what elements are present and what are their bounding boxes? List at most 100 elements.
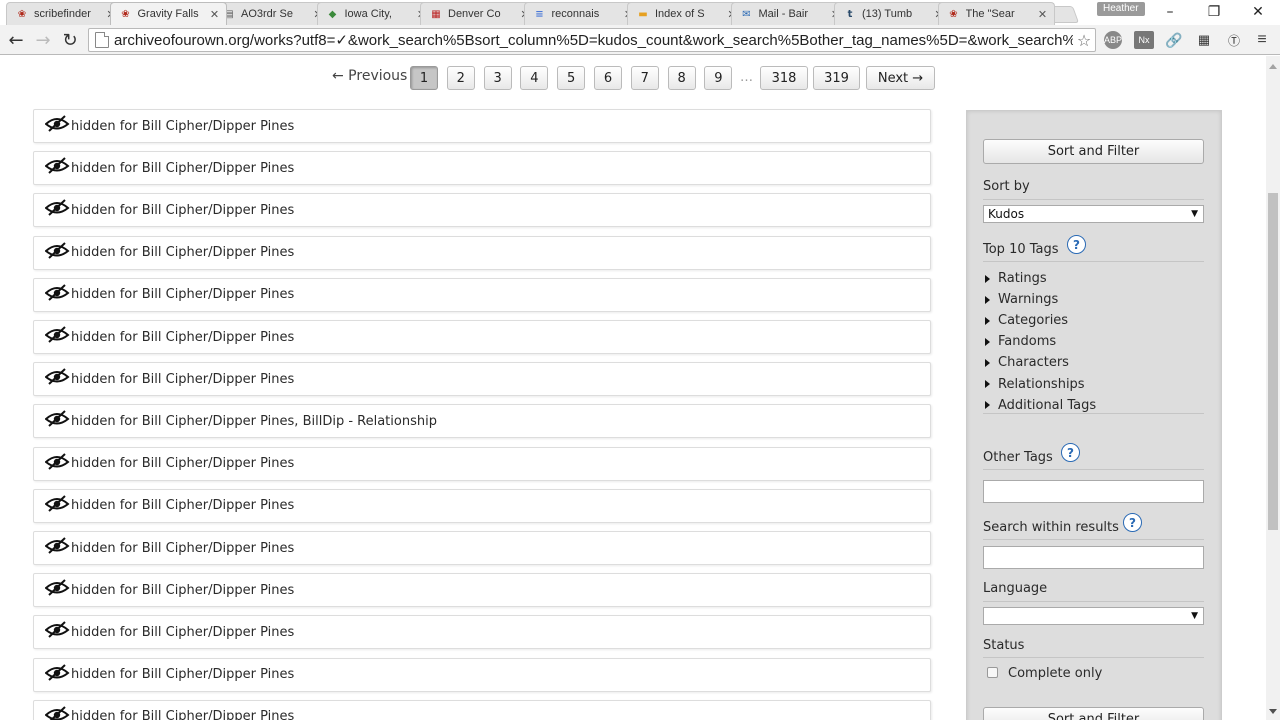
complete-only-checkbox[interactable] bbox=[987, 667, 998, 678]
page-318-button[interactable]: 318 bbox=[760, 66, 808, 90]
close-window-icon[interactable]: ✕ bbox=[1236, 0, 1280, 24]
profile-button[interactable]: Heather bbox=[1097, 2, 1145, 16]
link-extension-icon[interactable]: 🔗 bbox=[1164, 31, 1184, 49]
work-listing[interactable]: hidden for Bill Cipher/Dipper Pines bbox=[33, 573, 931, 608]
dropdown-caret-icon: ▼ bbox=[1191, 209, 1198, 219]
nx-extension-icon[interactable]: Nx bbox=[1134, 31, 1154, 49]
work-listing[interactable]: hidden for Bill Cipher/Dipper Pines bbox=[33, 193, 931, 228]
browser-tab[interactable]: ≡reconnais✕ bbox=[523, 2, 641, 25]
hidden-eye-icon bbox=[44, 705, 71, 720]
back-arrow-icon[interactable]: ← bbox=[5, 29, 27, 51]
browser-tab[interactable]: ✉Mail - Bair✕ bbox=[730, 2, 848, 25]
page-6-button[interactable]: 6 bbox=[594, 66, 622, 90]
tag-group-toggle[interactable]: Warnings bbox=[985, 292, 1058, 307]
page-icon bbox=[95, 32, 109, 48]
adblock-extension-icon[interactable]: ABP bbox=[1104, 31, 1122, 49]
browser-tab[interactable]: ❀scribefinder✕ bbox=[6, 2, 123, 25]
page-9-button[interactable]: 9 bbox=[704, 66, 733, 90]
work-listing[interactable]: hidden for Bill Cipher/Dipper Pines bbox=[33, 277, 931, 312]
work-listing[interactable]: hidden for Bill Cipher/Dipper Pines bbox=[33, 235, 931, 270]
top-tags-help-icon[interactable]: ? bbox=[1067, 235, 1086, 254]
tag-group-toggle[interactable]: Relationships bbox=[985, 377, 1085, 392]
other-tags-input[interactable] bbox=[983, 480, 1204, 503]
expand-triangle-icon bbox=[985, 401, 990, 410]
sort-and-filter-bottom-button[interactable]: Sort and Filter bbox=[983, 707, 1204, 720]
language-label: Language bbox=[983, 581, 1048, 596]
ao3-icon: ❀ bbox=[17, 8, 27, 20]
work-listing[interactable]: hidden for Bill Cipher/Dipper Pines bbox=[33, 320, 931, 354]
work-listing[interactable]: hidden for Bill Cipher/Dipper Pines bbox=[33, 446, 931, 481]
language-select[interactable]: ▼ bbox=[983, 607, 1204, 625]
browser-tab[interactable]: ▬Index of S✕ bbox=[627, 2, 744, 25]
work-listing[interactable]: hidden for Bill Cipher/Dipper Pines bbox=[33, 109, 931, 143]
hidden-eye-icon bbox=[44, 536, 71, 554]
other-tags-help-icon[interactable]: ? bbox=[1061, 443, 1080, 462]
url-text[interactable]: archiveofourown.org/works?utf8=✓&work_se… bbox=[114, 31, 1073, 49]
browser-toolbar: ← → ↻ archiveofourown.org/works?utf8=✓&w… bbox=[0, 25, 1280, 55]
work-listing[interactable]: hidden for Bill Cipher/Dipper Pines, Bil… bbox=[33, 404, 931, 439]
page-8-button[interactable]: 8 bbox=[667, 66, 696, 90]
search-within-input[interactable] bbox=[983, 546, 1204, 569]
work-listing[interactable]: hidden for Bill Cipher/Dipper Pines bbox=[33, 615, 931, 650]
scrollbar-thumb[interactable] bbox=[1268, 193, 1278, 530]
reader-extension-icon[interactable]: ▦ bbox=[1194, 31, 1214, 49]
sort-and-filter-button[interactable]: Sort and Filter bbox=[983, 139, 1204, 164]
work-listing[interactable]: hidden for Bill Cipher/Dipper Pines bbox=[33, 531, 931, 565]
menu-icon[interactable]: ≡ bbox=[1252, 31, 1272, 49]
work-listing[interactable]: hidden for Bill Cipher/Dipper Pines bbox=[33, 699, 931, 720]
ao3-icon: ❀ bbox=[121, 8, 130, 20]
hidden-eye-icon bbox=[44, 367, 71, 385]
tag-group-label: Ratings bbox=[998, 271, 1047, 286]
bookmark-star-icon[interactable]: ☆ bbox=[1073, 31, 1095, 50]
work-hidden-text: hidden for Bill Cipher/Dipper Pines bbox=[71, 329, 295, 345]
page-319-button[interactable]: 319 bbox=[813, 66, 860, 90]
page-2-button[interactable]: 2 bbox=[446, 66, 475, 90]
page-5-button[interactable]: 5 bbox=[557, 66, 586, 90]
forward-arrow-icon[interactable]: → bbox=[32, 29, 54, 51]
page-4-button[interactable]: 4 bbox=[520, 66, 549, 90]
scroll-up-icon[interactable] bbox=[1269, 64, 1277, 69]
tumblr-icon: t bbox=[847, 8, 853, 20]
work-hidden-text: hidden for Bill Cipher/Dipper Pines, Bil… bbox=[71, 413, 437, 429]
hidden-eye-icon bbox=[44, 156, 71, 174]
hidden-eye-icon bbox=[44, 663, 71, 681]
tab-label: Mail - Bair bbox=[758, 8, 809, 20]
page-1-button[interactable]: 1 bbox=[410, 66, 438, 90]
tag-group-toggle[interactable]: Characters bbox=[985, 355, 1069, 370]
hidden-eye-icon bbox=[44, 494, 71, 512]
complete-only-label[interactable]: Complete only bbox=[1008, 666, 1102, 681]
page-content: ← Previous 123456789 … 318 319 Next → hi… bbox=[0, 56, 1266, 720]
tag-group-toggle[interactable]: Categories bbox=[985, 313, 1068, 328]
previous-page-link[interactable]: ← Previous bbox=[332, 68, 407, 84]
minimize-icon[interactable]: – bbox=[1148, 0, 1192, 24]
tag-group-toggle[interactable]: Ratings bbox=[985, 271, 1047, 286]
browser-tab[interactable]: ▦Denver Co✕ bbox=[420, 2, 537, 25]
address-bar[interactable]: archiveofourown.org/works?utf8=✓&work_se… bbox=[88, 28, 1096, 52]
work-listing[interactable]: hidden for Bill Cipher/Dipper Pines bbox=[33, 362, 931, 397]
tag-group-label: Additional Tags bbox=[998, 397, 1097, 413]
sort-by-select[interactable]: Kudos ▼ bbox=[983, 205, 1204, 223]
tag-group-toggle[interactable]: Fandoms bbox=[985, 334, 1056, 349]
scroll-down-icon[interactable] bbox=[1269, 709, 1277, 714]
browser-tab[interactable]: ◆Iowa City,✕ bbox=[316, 2, 434, 25]
next-page-button[interactable]: Next → bbox=[866, 66, 935, 90]
work-listing[interactable]: hidden for Bill Cipher/Dipper Pines bbox=[33, 488, 931, 523]
page-scrollbar[interactable] bbox=[1266, 56, 1280, 720]
work-hidden-text: hidden for Bill Cipher/Dipper Pines bbox=[71, 160, 295, 176]
browser-tab[interactable]: t(13) Tumb✕ bbox=[834, 2, 951, 25]
page-3-button[interactable]: 3 bbox=[483, 66, 512, 90]
tag-group-toggle[interactable]: Additional Tags bbox=[985, 398, 1096, 413]
reload-icon[interactable]: ↻ bbox=[59, 29, 81, 51]
work-listing[interactable]: hidden for Bill Cipher/Dipper Pines bbox=[33, 151, 931, 186]
restore-icon[interactable]: ❐ bbox=[1192, 0, 1236, 24]
search-within-help-icon[interactable]: ? bbox=[1123, 513, 1142, 532]
browser-tab[interactable]: ▤AO3rdr Se✕ bbox=[213, 2, 330, 25]
tab-close-icon[interactable]: ✕ bbox=[208, 8, 222, 21]
page-7-button[interactable]: 7 bbox=[630, 66, 659, 90]
work-listing[interactable]: hidden for Bill Cipher/Dipper Pines bbox=[33, 657, 931, 692]
maps-icon: ◆ bbox=[328, 8, 337, 20]
browser-tab[interactable]: ❀ Gravity Falls ✕ bbox=[109, 2, 227, 25]
browser-tab[interactable]: ❀ The "Sear ✕ bbox=[937, 2, 1055, 25]
tab-close-icon[interactable]: ✕ bbox=[1036, 8, 1050, 21]
translate-extension-icon[interactable]: Ⓣ bbox=[1224, 31, 1244, 49]
